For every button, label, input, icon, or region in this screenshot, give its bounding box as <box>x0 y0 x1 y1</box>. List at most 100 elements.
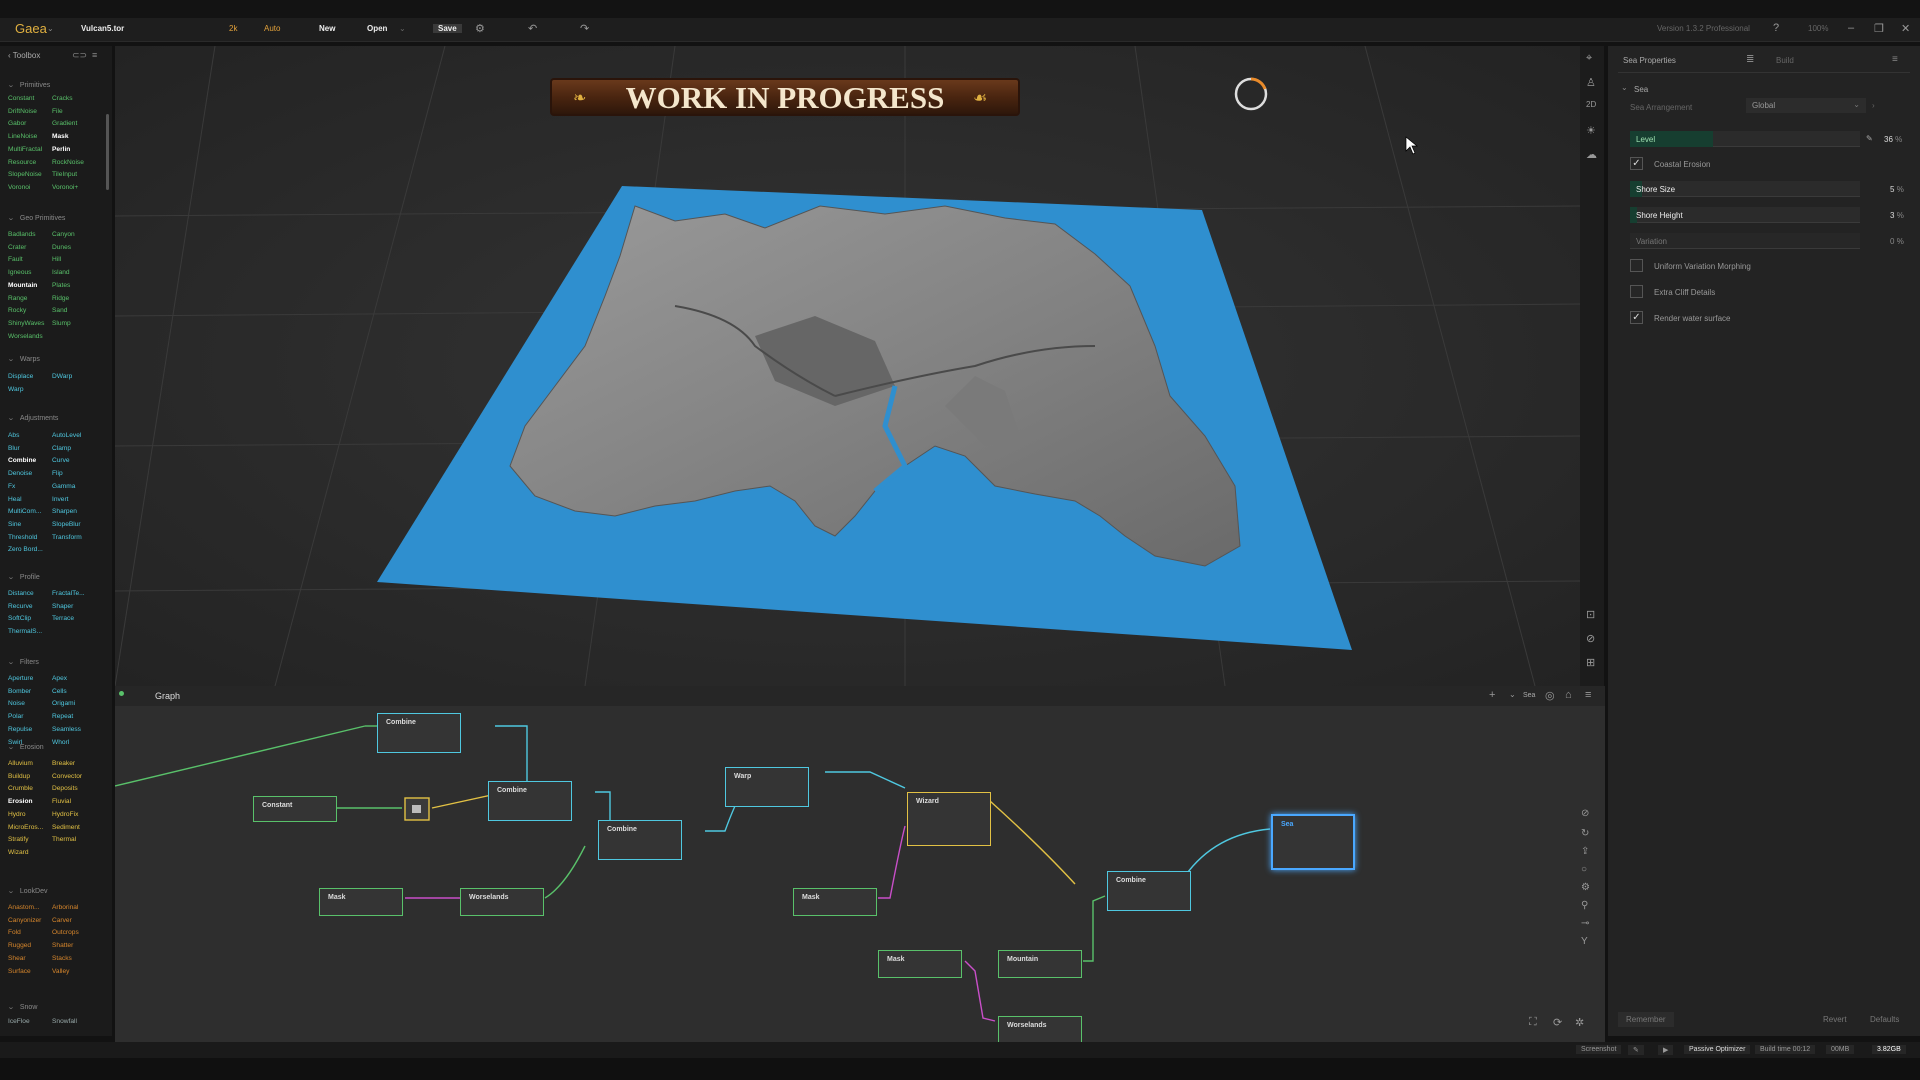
chevron-down-icon[interactable]: ⌄ <box>1621 83 1628 92</box>
grid-icon[interactable]: ⊞ <box>1586 656 1595 669</box>
toolbox-node-item[interactable]: Dunes <box>52 244 71 252</box>
toolbox-node-item[interactable]: Erosion <box>8 798 33 806</box>
toolbox-node-item[interactable]: Apex <box>52 675 67 683</box>
app-brand-menu[interactable]: Gaea <box>15 21 47 36</box>
tool-icon[interactable]: ⚲ <box>1581 900 1588 911</box>
extra-cliff-checkbox[interactable] <box>1630 285 1643 298</box>
graph-node-mask3[interactable]: Mask <box>878 950 962 978</box>
toolbox-section-header[interactable]: ⌄ Snow <box>7 1003 37 1011</box>
tab-build[interactable]: Build <box>1776 56 1794 65</box>
toolbox-node-item[interactable]: Whorl <box>52 739 69 747</box>
toolbox-node-item[interactable]: Valley <box>52 968 69 976</box>
tool-icon[interactable]: ○ <box>1581 864 1587 875</box>
toolbox-node-item[interactable]: HydroFix <box>52 811 78 819</box>
graph-node-mask2[interactable]: Mask <box>793 888 877 916</box>
toolbox-node-item[interactable]: Heal <box>8 496 22 504</box>
toolbox-node-item[interactable]: ShinyWaves <box>8 320 44 328</box>
save-button[interactable]: Save <box>433 24 462 33</box>
toolbox-node-item[interactable]: MultiFractal <box>8 146 42 154</box>
toolbox-node-item[interactable]: Canyon <box>52 231 75 239</box>
toolbox-node-item[interactable]: Sediment <box>52 824 80 832</box>
section-sea[interactable]: Sea <box>1634 85 1648 94</box>
toolbox-node-item[interactable]: Threshold <box>8 534 37 542</box>
toolbox-node-item[interactable]: Denoise <box>8 470 32 478</box>
list-icon[interactable]: ≣ <box>1746 54 1754 65</box>
toolbox-node-item[interactable]: Slump <box>52 320 71 328</box>
toolbox-section-header[interactable]: ⌄ Primitives <box>7 81 50 89</box>
graph-node-combine2[interactable]: Combine <box>488 781 572 821</box>
tool-icon[interactable]: ⚙ <box>1581 882 1590 893</box>
toolbox-section-header[interactable]: ⌄ Profile <box>7 573 40 581</box>
refresh-icon[interactable]: ⟳ <box>1553 1016 1562 1029</box>
toolbox-scrollbar[interactable] <box>106 114 109 190</box>
graph-node-wizard[interactable]: Wizard <box>907 792 991 846</box>
graph-node-combine4[interactable]: Combine <box>1107 871 1191 911</box>
toolbox-node-item[interactable]: IceFloe <box>8 1018 30 1026</box>
toolbox-node-item[interactable]: Perlin <box>52 146 70 154</box>
toolbox-node-item[interactable]: Plates <box>52 282 70 290</box>
toolbox-node-item[interactable]: Seamless <box>52 726 81 734</box>
menu-icon[interactable]: ≡ <box>1892 54 1898 65</box>
toolbox-node-item[interactable]: Breaker <box>52 760 75 768</box>
toolbox-node-item[interactable]: Snowfall <box>52 1018 77 1026</box>
sun-icon[interactable]: ☀ <box>1586 124 1596 137</box>
toolbox-node-item[interactable]: Invert <box>52 496 69 504</box>
toolbox-node-item[interactable]: Voronoi+ <box>52 184 78 192</box>
toolbox-node-item[interactable]: Gamma <box>52 483 75 491</box>
tool-icon[interactable]: Y <box>1581 936 1588 947</box>
toolbox-node-item[interactable]: Wizard <box>8 849 29 857</box>
toolbox-node-item[interactable]: Constant <box>8 95 34 103</box>
chevron-right-icon[interactable]: › <box>1872 101 1875 110</box>
toolbox-node-item[interactable]: Shear <box>8 955 26 963</box>
undo-icon[interactable]: ↶ <box>528 22 537 35</box>
defaults-button[interactable]: Defaults <box>1870 1012 1899 1027</box>
tool-icon[interactable]: ↻ <box>1581 828 1589 839</box>
toolbox-node-item[interactable]: Distance <box>8 590 34 598</box>
frame-icon[interactable]: ⊡ <box>1586 608 1595 621</box>
redo-icon[interactable]: ↷ <box>580 22 589 35</box>
toolbox-node-item[interactable]: FractalTe... <box>52 590 85 598</box>
toolbox-node-item[interactable]: DriftNoise <box>8 108 37 116</box>
toolbox-node-item[interactable]: Transform <box>52 534 82 542</box>
toolbox-node-item[interactable]: Curve <box>52 457 70 465</box>
coastal-erosion-checkbox[interactable]: ✓ <box>1630 157 1643 170</box>
toolbox-node-item[interactable]: Cracks <box>52 95 73 103</box>
cloud-icon[interactable]: ☁ <box>1586 148 1597 161</box>
toolbox-node-item[interactable]: Ridge <box>52 295 69 303</box>
toggle-icon[interactable]: ⊂⊃ <box>72 50 87 61</box>
pencil-icon[interactable]: ✎ <box>1866 134 1873 143</box>
node-graph[interactable]: Graph + ⌄ Sea ◎ ⌂ ≡ Combine Constant Com… <box>115 686 1605 1042</box>
close-icon[interactable]: ✕ <box>1901 22 1910 35</box>
toolbox-node-item[interactable]: Convector <box>52 773 82 781</box>
build-mode-dropdown[interactable]: Auto <box>264 24 280 33</box>
toolbox-node-item[interactable]: Carver <box>52 917 72 925</box>
toolbox-node-item[interactable]: Zero Bord... <box>8 546 43 554</box>
toolbox-node-item[interactable]: Combine <box>8 457 36 465</box>
toolbox-node-item[interactable]: RockNoise <box>52 159 84 167</box>
camera-icon[interactable]: ♙ <box>1586 76 1596 89</box>
toolbox-node-item[interactable]: ThermalS... <box>8 628 42 636</box>
toolbox-node-item[interactable]: Outcrops <box>52 929 79 937</box>
minimize-icon[interactable]: – <box>1848 22 1854 34</box>
toolbox-node-item[interactable]: Gradient <box>52 120 77 128</box>
toolbox-node-item[interactable]: Mask <box>52 133 69 141</box>
settings-icon[interactable]: ✲ <box>1575 1016 1584 1029</box>
toolbox-node-item[interactable]: Island <box>52 269 70 277</box>
toolbox-node-item[interactable]: Buildup <box>8 773 30 781</box>
revert-button[interactable]: Revert <box>1823 1012 1847 1027</box>
toolbox-node-item[interactable]: Fx <box>8 483 15 491</box>
settings-icon[interactable]: ⚙ <box>475 22 485 35</box>
toolbox-title[interactable]: ‹ Toolbox <box>8 51 40 60</box>
toolbox-node-item[interactable]: Hill <box>52 256 61 264</box>
toolbox-node-item[interactable]: Fluvial <box>52 798 71 806</box>
variation-slider[interactable]: Variation <box>1630 233 1860 249</box>
toolbox-node-item[interactable]: Cells <box>52 688 67 696</box>
toolbox-node-item[interactable]: Origami <box>52 700 75 708</box>
remember-button[interactable]: Remember <box>1618 1012 1674 1027</box>
tool-icon[interactable]: ⇪ <box>1581 846 1589 857</box>
toolbox-node-item[interactable]: Crater <box>8 244 26 252</box>
level-slider[interactable]: Level <box>1630 131 1860 147</box>
3d-viewport[interactable]: ❧ ☙ WORK IN PROGRESS <box>115 46 1580 686</box>
toolbox-node-item[interactable]: Recurve <box>8 603 33 611</box>
toolbox-node-item[interactable]: Voronoi <box>8 184 30 192</box>
